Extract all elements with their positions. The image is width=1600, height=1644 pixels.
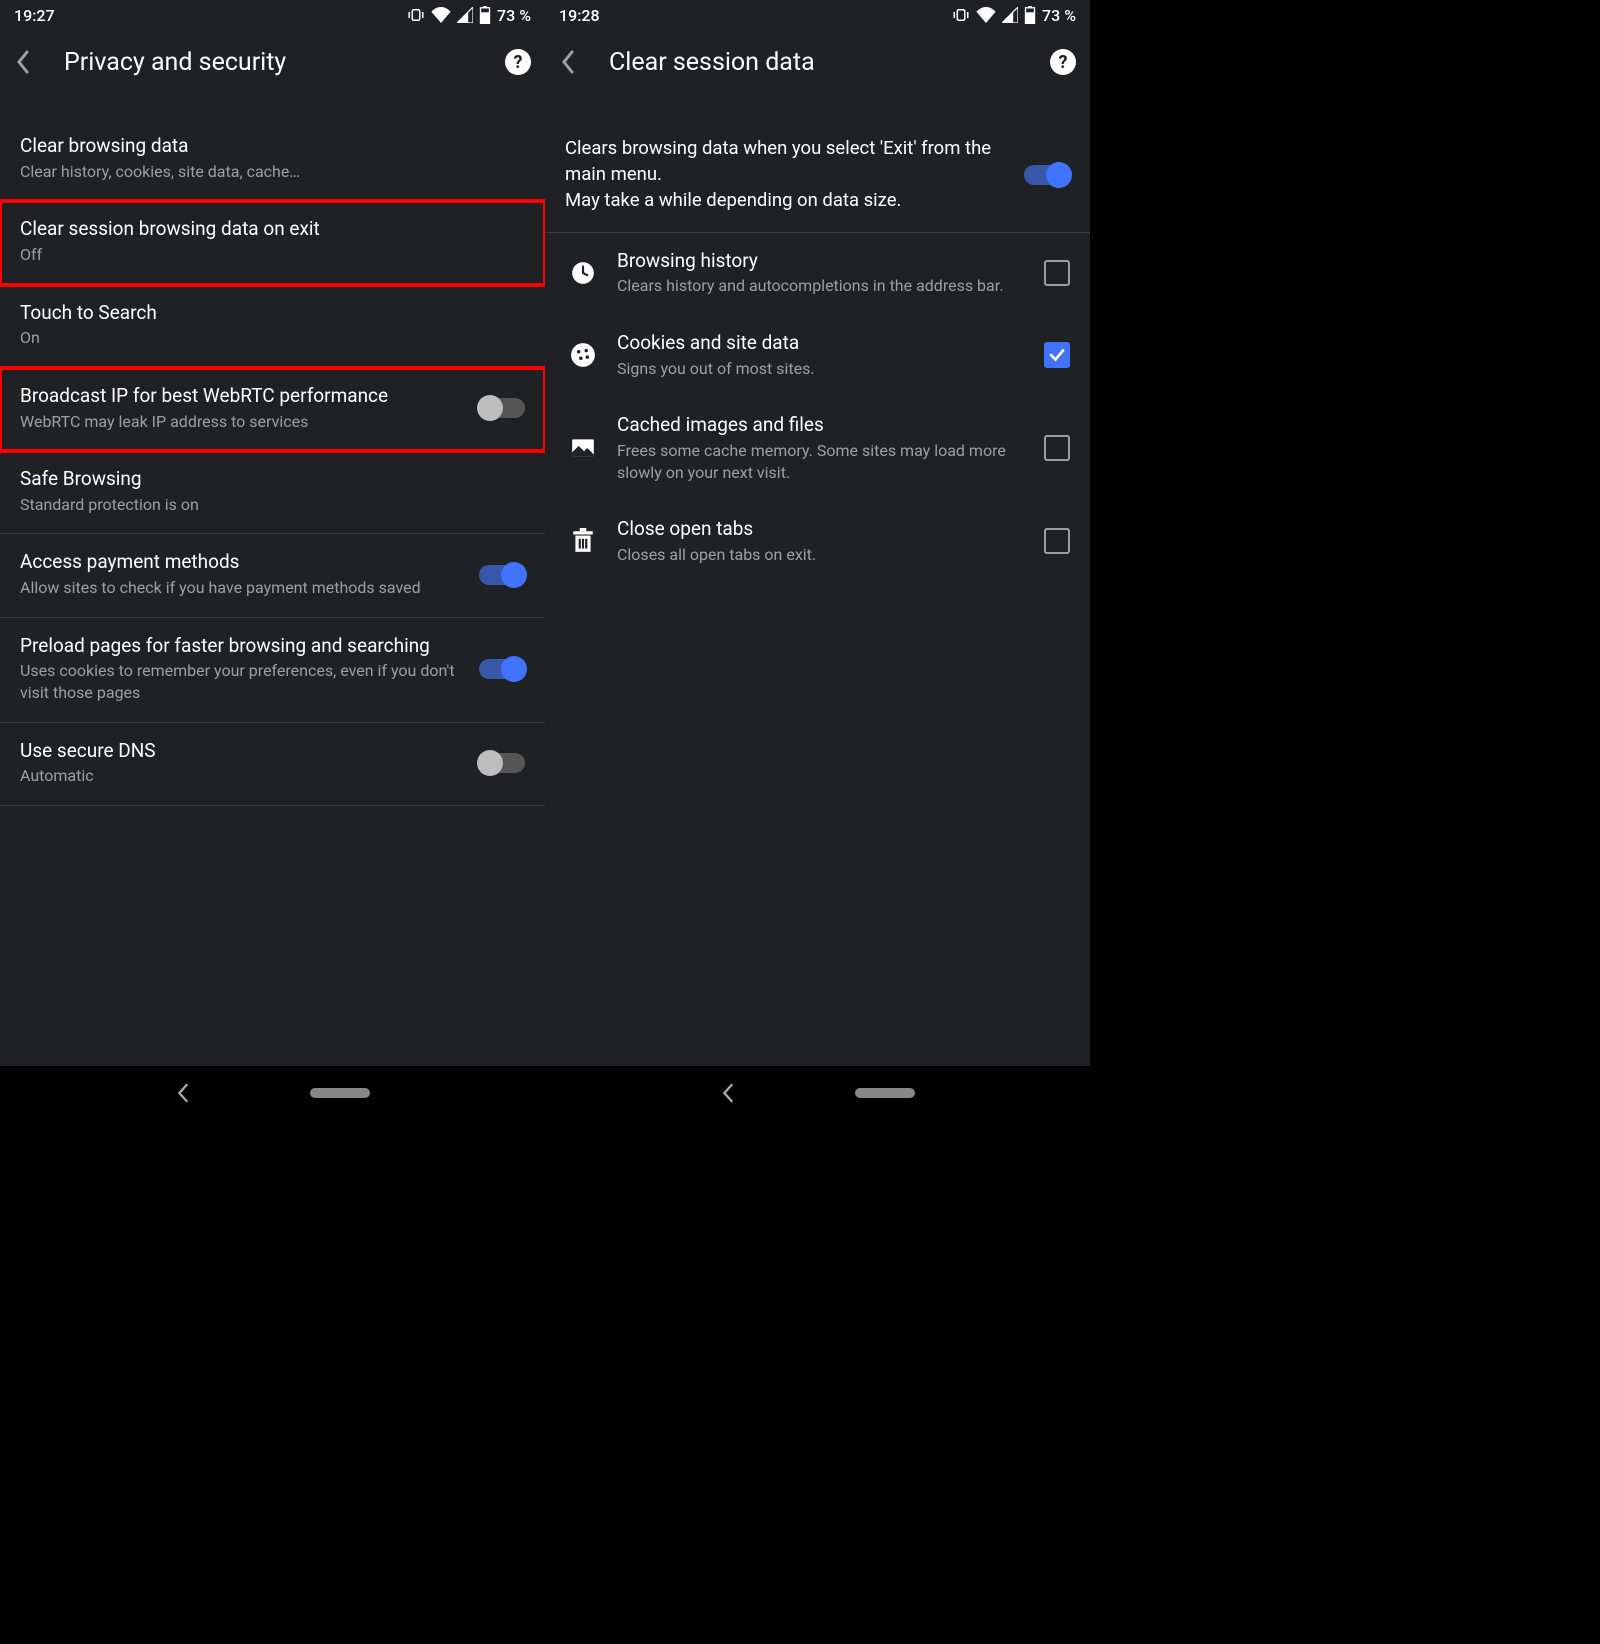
toggle-broadcast-ip[interactable] xyxy=(479,398,525,418)
page-title: Clear session data xyxy=(609,48,1026,77)
title-bar: Clear session data ? xyxy=(545,30,1090,94)
nav-bar xyxy=(545,1066,1090,1120)
vibrate-icon xyxy=(952,8,970,22)
toggle-preload[interactable] xyxy=(479,659,525,679)
setting-sub: On xyxy=(20,327,525,349)
image-icon xyxy=(570,435,596,461)
setting-title: Touch to Search xyxy=(20,301,525,326)
setting-clear-session-on-exit[interactable]: Clear session browsing data on exit Off xyxy=(0,201,545,284)
vibrate-icon xyxy=(407,8,425,22)
intro-text: Clears browsing data when you select 'Ex… xyxy=(565,136,1008,214)
setting-title: Safe Browsing xyxy=(20,467,525,492)
nav-back-icon[interactable] xyxy=(721,1083,735,1103)
setting-safe-browsing[interactable]: Safe Browsing Standard protection is on xyxy=(0,451,545,534)
cookie-icon xyxy=(570,342,596,368)
checkbox-close-tabs[interactable] xyxy=(1044,528,1070,554)
setting-title: Clear browsing data xyxy=(20,134,525,159)
status-bar: 19:27 73 % xyxy=(0,0,545,30)
battery-icon xyxy=(1024,6,1036,24)
nav-bar xyxy=(0,1066,545,1120)
help-icon[interactable]: ? xyxy=(1050,49,1076,75)
setting-title: Access payment methods xyxy=(20,550,463,575)
setting-title: Broadcast IP for best WebRTC performance xyxy=(20,384,463,409)
setting-sub: Closes all open tabs on exit. xyxy=(617,544,1028,566)
setting-title: Cookies and site data xyxy=(617,331,1028,356)
setting-master-toggle[interactable]: Clears browsing data when you select 'Ex… xyxy=(545,118,1090,233)
status-time: 19:28 xyxy=(559,6,600,25)
checkbox-cookies[interactable] xyxy=(1044,342,1070,368)
screen-privacy-security: 19:27 73 % Privacy and security ? Clear … xyxy=(0,0,545,1120)
setting-close-tabs[interactable]: Close open tabs Closes all open tabs on … xyxy=(545,501,1090,583)
setting-cookies-site-data[interactable]: Cookies and site data Signs you out of m… xyxy=(545,315,1090,397)
signal-icon xyxy=(1002,7,1018,23)
setting-cached-images[interactable]: Cached images and files Frees some cache… xyxy=(545,397,1090,501)
wifi-icon xyxy=(976,7,996,23)
nav-back-icon[interactable] xyxy=(176,1083,190,1103)
setting-clear-browsing-data[interactable]: Clear browsing data Clear history, cooki… xyxy=(0,118,545,201)
help-icon[interactable]: ? xyxy=(505,49,531,75)
setting-sub: Allow sites to check if you have payment… xyxy=(20,577,463,599)
setting-sub: WebRTC may leak IP address to services xyxy=(20,411,463,433)
clock-icon xyxy=(570,260,596,286)
signal-icon xyxy=(457,7,473,23)
setting-browsing-history[interactable]: Browsing history Clears history and auto… xyxy=(545,233,1090,315)
setting-title: Clear session browsing data on exit xyxy=(20,217,525,242)
setting-broadcast-ip-webrtc[interactable]: Broadcast IP for best WebRTC performance… xyxy=(0,368,545,451)
back-icon[interactable] xyxy=(14,50,32,74)
status-battery: 73 % xyxy=(1042,6,1076,25)
toggle-clear-on-exit[interactable] xyxy=(1024,165,1070,185)
setting-touch-to-search[interactable]: Touch to Search On xyxy=(0,285,545,368)
setting-sub: Uses cookies to remember your preference… xyxy=(20,660,463,703)
status-battery: 73 % xyxy=(497,6,531,25)
setting-title: Use secure DNS xyxy=(20,739,463,764)
setting-sub: Automatic xyxy=(20,765,463,787)
setting-title: Browsing history xyxy=(617,249,1028,274)
setting-access-payment-methods[interactable]: Access payment methods Allow sites to ch… xyxy=(0,534,545,617)
setting-title: Cached images and files xyxy=(617,413,1028,438)
setting-preload-pages[interactable]: Preload pages for faster browsing and se… xyxy=(0,618,545,723)
setting-secure-dns[interactable]: Use secure DNS Automatic xyxy=(0,723,545,806)
setting-sub: Standard protection is on xyxy=(20,494,525,516)
setting-title: Preload pages for faster browsing and se… xyxy=(20,634,463,659)
status-time: 19:27 xyxy=(14,6,55,25)
wifi-icon xyxy=(431,7,451,23)
back-icon[interactable] xyxy=(559,50,577,74)
toggle-secure-dns[interactable] xyxy=(479,753,525,773)
toggle-payment-methods[interactable] xyxy=(479,565,525,585)
battery-icon xyxy=(479,6,491,24)
status-bar: 19:28 73 % xyxy=(545,0,1090,30)
nav-home-pill[interactable] xyxy=(855,1088,915,1098)
setting-sub: Clear history, cookies, site data, cache… xyxy=(20,161,525,183)
title-bar: Privacy and security ? xyxy=(0,30,545,94)
checkbox-browsing-history[interactable] xyxy=(1044,260,1070,286)
setting-sub: Frees some cache memory. Some sites may … xyxy=(617,440,1028,483)
setting-sub: Off xyxy=(20,244,525,266)
setting-sub: Signs you out of most sites. xyxy=(617,358,1028,380)
setting-sub: Clears history and autocompletions in th… xyxy=(617,275,1028,297)
screen-clear-session-data: 19:28 73 % Clear session data ? Clears b… xyxy=(545,0,1090,1120)
checkbox-cached[interactable] xyxy=(1044,435,1070,461)
page-title: Privacy and security xyxy=(64,48,481,77)
trash-icon xyxy=(570,528,596,554)
setting-title: Close open tabs xyxy=(617,517,1028,542)
nav-home-pill[interactable] xyxy=(310,1088,370,1098)
